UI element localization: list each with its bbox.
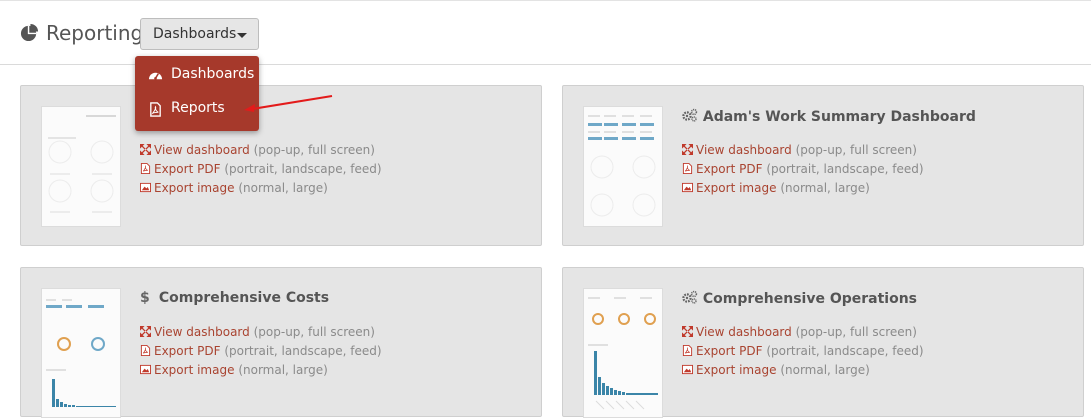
export-image-row: Export image (normal, large): [140, 181, 328, 195]
dashboard-thumbnail[interactable]: [583, 106, 663, 227]
caret-down-icon: [237, 33, 247, 38]
dashboard-card: Comprehensive Operations View dashboard …: [562, 267, 1084, 418]
export-pdf-link[interactable]: Export PDF: [696, 162, 762, 176]
export-pdf-link[interactable]: Export PDF: [154, 344, 220, 358]
view-dashboard-link[interactable]: View dashboard: [154, 325, 250, 339]
export-image-link[interactable]: Export image: [154, 363, 234, 377]
page-title: Reporting: [46, 21, 144, 45]
export-image-row: Export image (normal, large): [682, 181, 870, 195]
image-icon: [682, 182, 693, 193]
export-image-row: Export image (normal, large): [682, 363, 870, 377]
menu-item-label: Dashboards: [171, 66, 255, 82]
card-title: $ Comprehensive Costs: [140, 290, 330, 306]
view-dashboard-link[interactable]: View dashboard: [696, 143, 792, 157]
dashboard-card: $ Comprehensive Costs View dashboard (po…: [20, 267, 542, 418]
view-dashboard-row: View dashboard (pop-up, full screen): [682, 325, 917, 339]
expand-icon: [682, 326, 693, 337]
dashboard-thumbnail[interactable]: [41, 106, 121, 227]
gears-icon: [682, 290, 698, 304]
image-icon: [682, 364, 693, 375]
dashboard-thumbnail[interactable]: [583, 288, 663, 418]
dashboard-thumbnail[interactable]: [41, 288, 121, 418]
view-dashboard-row: View dashboard (pop-up, full screen): [140, 143, 375, 157]
export-image-link[interactable]: Export image: [154, 181, 234, 195]
expand-icon: [682, 144, 693, 155]
export-image-row: Export image (normal, large): [140, 363, 328, 377]
expand-icon: [140, 144, 151, 155]
card-title: Adam's Work Summary Dashboard: [682, 108, 976, 125]
dropdown-label: Dashboards: [153, 26, 237, 42]
file-pdf-icon: [140, 345, 151, 356]
file-pdf-icon: [682, 345, 693, 356]
export-pdf-link[interactable]: Export PDF: [154, 162, 220, 176]
export-pdf-row: Export PDF (portrait, landscape, feed): [140, 162, 382, 176]
image-icon: [140, 364, 151, 375]
dollar-icon: $: [140, 290, 150, 306]
file-pdf-icon: [150, 102, 161, 117]
pie-chart-icon: [20, 23, 39, 42]
export-image-link[interactable]: Export image: [696, 181, 776, 195]
menu-item-dashboards[interactable]: Dashboards: [135, 58, 259, 92]
export-pdf-row: Export PDF (portrait, landscape, feed): [682, 344, 924, 358]
view-dropdown-button[interactable]: Dashboards: [140, 18, 259, 50]
view-dashboard-row: View dashboard (pop-up, full screen): [682, 143, 917, 157]
view-dashboard-row: View dashboard (pop-up, full screen): [140, 325, 375, 339]
gears-icon: [682, 108, 698, 122]
tachometer-icon: [148, 72, 163, 80]
export-pdf-row: Export PDF (portrait, landscape, feed): [140, 344, 382, 358]
annotation-arrow: [244, 95, 333, 112]
menu-item-label: Reports: [171, 100, 225, 116]
view-dashboard-link[interactable]: View dashboard: [696, 325, 792, 339]
export-pdf-link[interactable]: Export PDF: [696, 344, 762, 358]
image-icon: [140, 182, 151, 193]
view-dashboard-link[interactable]: View dashboard: [154, 143, 250, 157]
card-title: Comprehensive Operations: [682, 290, 917, 307]
file-pdf-icon: [140, 163, 151, 174]
export-pdf-row: Export PDF (portrait, landscape, feed): [682, 162, 924, 176]
dashboard-card: Adam's Work Summary Dashboard View dashb…: [562, 85, 1084, 246]
expand-icon: [140, 326, 151, 337]
export-image-link[interactable]: Export image: [696, 363, 776, 377]
file-pdf-icon: [682, 163, 693, 174]
